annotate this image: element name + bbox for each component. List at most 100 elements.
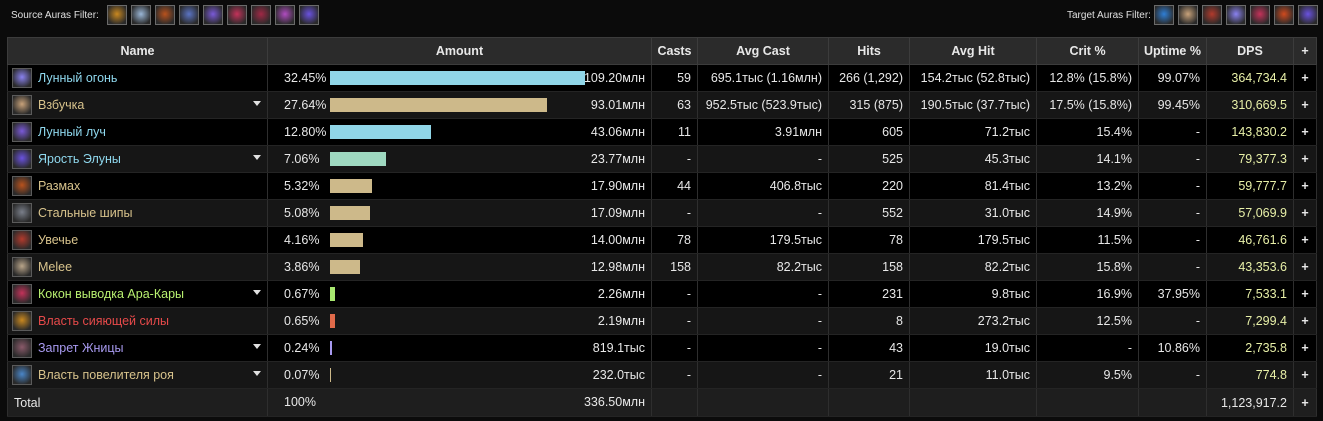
source-auras-filter-label: Source Auras Filter:	[11, 10, 99, 21]
total-add-button[interactable]: +	[1293, 388, 1317, 417]
amount-percent: 27.64%	[284, 98, 327, 112]
amount-bar	[330, 341, 332, 355]
table-row[interactable]: Кокон выводка Ара-Кары 0.67% 2.26млн - -231 9…	[7, 280, 1317, 308]
avg-cast-value: -	[697, 307, 829, 335]
table-row[interactable]: Власть сияющей силы 0.65% 2.19млн - -8 273.2т…	[7, 307, 1317, 335]
name-column-header[interactable]: Name	[7, 37, 268, 65]
total-row: Total 100% 336.50млн 1,123,917.2 +	[7, 388, 1317, 417]
spell-name-cell[interactable]: Кокон выводка Ара-Кары	[7, 280, 268, 308]
avg-cast-column-header[interactable]: Avg Cast	[697, 37, 829, 65]
avg-hit-column-header[interactable]: Avg Hit	[909, 37, 1037, 65]
crit-value: 17.5% (15.8%)	[1036, 91, 1139, 119]
spell-name-cell[interactable]: Власть сияющей силы	[7, 307, 268, 335]
feral-roar-icon[interactable]	[1178, 5, 1198, 25]
uptime-column-header[interactable]: Uptime %	[1138, 37, 1207, 65]
row-add-button[interactable]: +	[1293, 199, 1317, 227]
row-add-button[interactable]: +	[1293, 226, 1317, 254]
add-column-button[interactable]: +	[1293, 37, 1317, 65]
table-row[interactable]: Власть повелителя роя 0.07% 232.0тыс - -21 11…	[7, 361, 1317, 389]
row-add-button[interactable]: +	[1293, 145, 1317, 173]
moon-scythe-icon[interactable]	[179, 5, 199, 25]
amount-cell: 7.06% 23.77млн	[267, 145, 652, 173]
casts-value: 59	[651, 64, 698, 92]
casts-value: -	[651, 280, 698, 308]
dps-value: 364,734.4	[1206, 64, 1294, 92]
spell-name-cell[interactable]: Запрет Жницы	[7, 334, 268, 362]
table-row[interactable]: Лунный луч 12.80% 43.06млн 11 3.91млн 605 71.2…	[7, 118, 1317, 146]
crimson-flower-icon	[12, 284, 32, 304]
purple-beam-icon	[12, 122, 32, 142]
casts-column-header[interactable]: Casts	[651, 37, 698, 65]
casts-value: 11	[651, 118, 698, 146]
casts-value: -	[651, 334, 698, 362]
table-row[interactable]: Melee 3.86% 12.98млн 158 82.2тыс 158 82.2тыс 15…	[7, 253, 1317, 281]
crit-value: 12.5%	[1036, 307, 1139, 335]
row-add-button[interactable]: +	[1293, 307, 1317, 335]
amount-column-header[interactable]: Amount	[267, 37, 652, 65]
spell-name-cell[interactable]: Ярость Элуны	[7, 145, 268, 173]
table-row[interactable]: Стальные шипы 5.08% 17.09млн - -552 31.0тыс 14…	[7, 199, 1317, 227]
spell-name: Запрет Жницы	[38, 341, 124, 355]
spell-name-cell[interactable]: Melee	[7, 253, 268, 281]
demon-mask-icon[interactable]	[1274, 5, 1294, 25]
dps-column-header[interactable]: DPS	[1206, 37, 1294, 65]
crit-value: 14.1%	[1036, 145, 1139, 173]
expand-caret-icon[interactable]	[253, 290, 261, 295]
moonfire-icon[interactable]	[1226, 5, 1246, 25]
spell-name-cell[interactable]: Лунный луч	[7, 118, 268, 146]
blue-eye-icon[interactable]	[1154, 5, 1174, 25]
table-row[interactable]: Лунный огонь 32.45% 109.20млн 59 695.1тыс (1…	[7, 64, 1317, 92]
amount-value: 2.19млн	[597, 314, 645, 328]
spell-name-cell[interactable]: Стальные шипы	[7, 199, 268, 227]
spell-name-cell[interactable]: Увечье	[7, 226, 268, 254]
bleed-slash-icon	[12, 230, 32, 250]
fire-claw-icon[interactable]	[155, 5, 175, 25]
expand-caret-icon[interactable]	[253, 371, 261, 376]
spell-name-cell[interactable]: Размах	[7, 172, 268, 200]
radiant-sun-icon	[12, 311, 32, 331]
total-uptime-cell	[1138, 388, 1207, 417]
arcane-star-icon[interactable]	[1298, 5, 1318, 25]
amount-cell: 32.45% 109.20млн	[267, 64, 652, 92]
table-row[interactable]: Размах 5.32% 17.90млн 44 406.8тыс 220 81.4тыс 1…	[7, 172, 1317, 200]
spell-name-cell[interactable]: Лунный огонь	[7, 64, 268, 92]
hits-column-header[interactable]: Hits	[828, 37, 910, 65]
casts-value: 44	[651, 172, 698, 200]
amount-cell: 0.24% 819.1тыс	[267, 334, 652, 362]
crimson-rune-icon[interactable]	[251, 5, 271, 25]
row-add-button[interactable]: +	[1293, 118, 1317, 146]
row-add-button[interactable]: +	[1293, 91, 1317, 119]
hits-value: 8	[828, 307, 910, 335]
red-blade-icon[interactable]	[1202, 5, 1222, 25]
row-add-button[interactable]: +	[1293, 64, 1317, 92]
table-row[interactable]: Запрет Жницы 0.24% 819.1тыс - -43 19.0тыс -10.…	[7, 334, 1317, 362]
spell-name-cell[interactable]: Власть повелителя роя	[7, 361, 268, 389]
arcane-star-icon[interactable]	[299, 5, 319, 25]
table-row[interactable]: Ярость Элуны 7.06% 23.77млн - -525 45.3тыс 14.…	[7, 145, 1317, 173]
uptime-value: -	[1138, 307, 1207, 335]
table-row[interactable]: Увечье 4.16% 14.00млн 78 179.5тыс 78 179.5тыс 1…	[7, 226, 1317, 254]
hits-value: 158	[828, 253, 910, 281]
row-add-button[interactable]: +	[1293, 361, 1317, 389]
expand-caret-icon[interactable]	[253, 344, 261, 349]
expand-caret-icon[interactable]	[253, 101, 261, 106]
row-add-button[interactable]: +	[1293, 253, 1317, 281]
crit-value: 9.5%	[1036, 361, 1139, 389]
spell-name-cell[interactable]: Взбучка	[7, 91, 268, 119]
row-add-button[interactable]: +	[1293, 334, 1317, 362]
crit-column-header[interactable]: Crit %	[1036, 37, 1139, 65]
amount-value: 232.0тыс	[592, 368, 645, 382]
purple-beam-icon[interactable]	[203, 5, 223, 25]
spirit-face-icon[interactable]	[131, 5, 151, 25]
row-add-button[interactable]: +	[1293, 280, 1317, 308]
amount-cell: 0.65% 2.19млн	[267, 307, 652, 335]
dps-value: 143,830.2	[1206, 118, 1294, 146]
crimson-flower-icon[interactable]	[227, 5, 247, 25]
crimson-flower-icon[interactable]	[1250, 5, 1270, 25]
radiant-sun-icon[interactable]	[107, 5, 127, 25]
expand-caret-icon[interactable]	[253, 155, 261, 160]
row-add-button[interactable]: +	[1293, 172, 1317, 200]
violet-orb-icon[interactable]	[275, 5, 295, 25]
table-row[interactable]: Взбучка 27.64% 93.01млн 63 952.5тыс (523.9ты…	[7, 91, 1317, 119]
amount-value: 109.20млн	[583, 71, 645, 85]
